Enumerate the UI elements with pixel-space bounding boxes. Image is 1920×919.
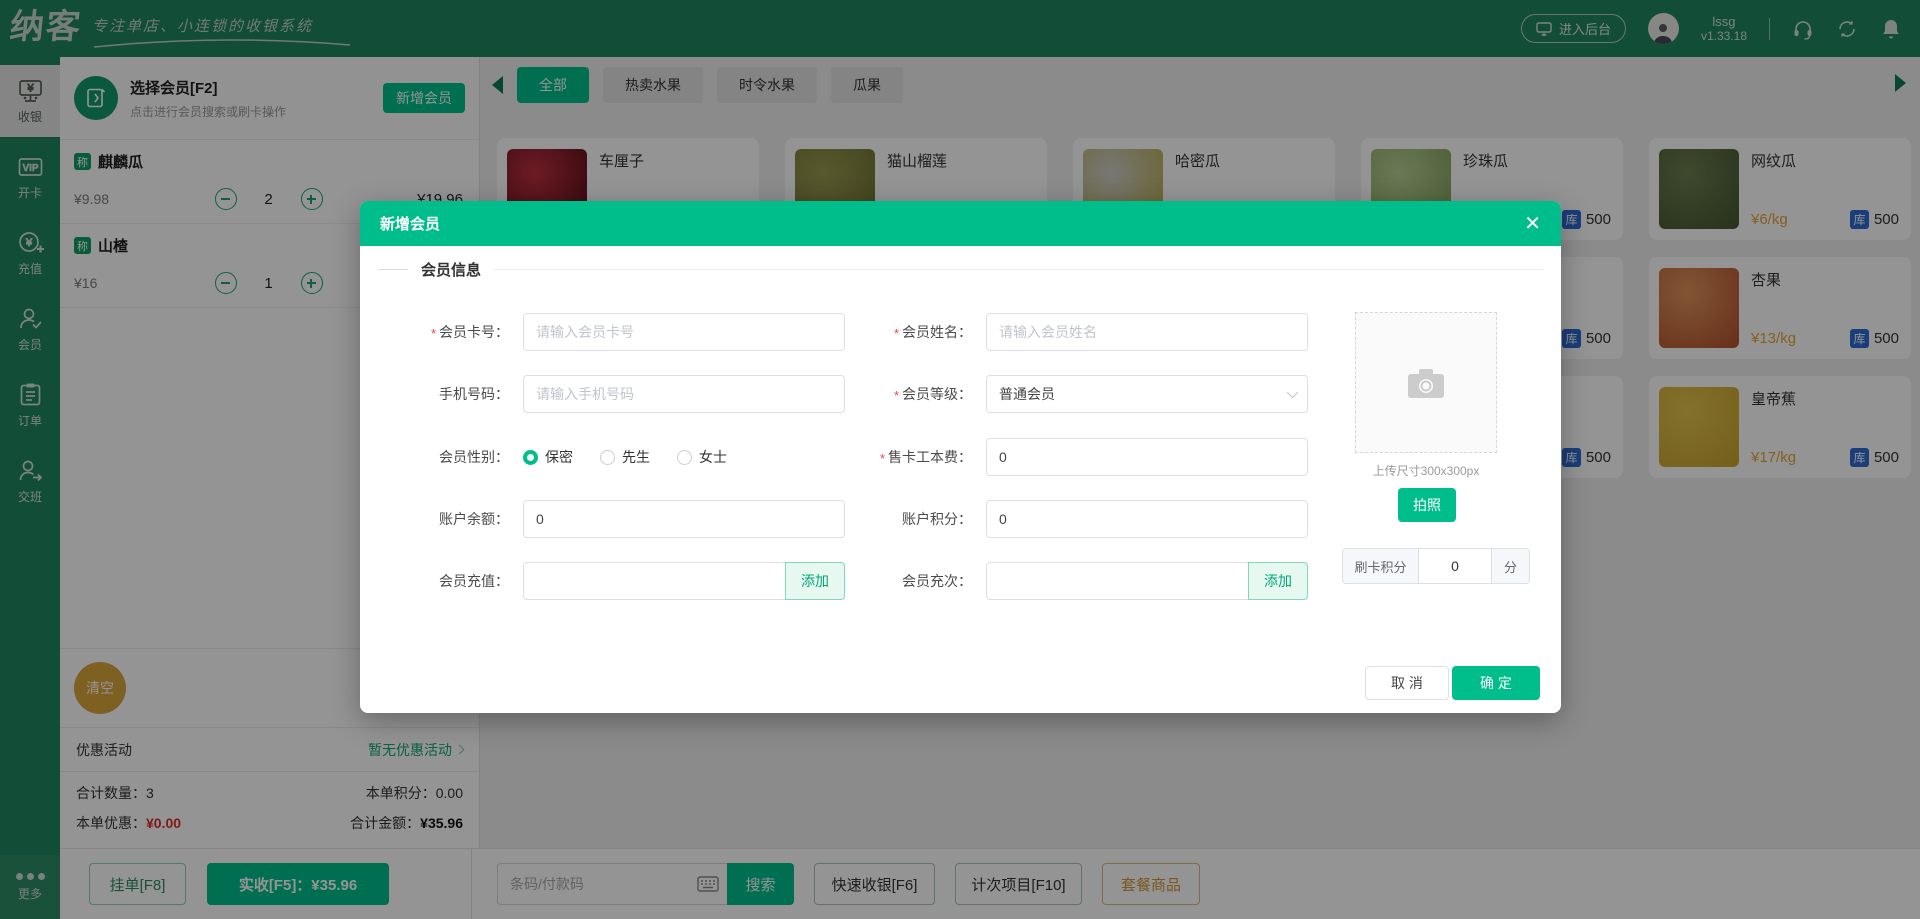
- cancel-button[interactable]: 取 消: [1365, 666, 1449, 700]
- member-name-input[interactable]: [986, 313, 1308, 351]
- times-add-button[interactable]: 添加: [1248, 562, 1308, 600]
- field-balance: 账户余额：: [360, 500, 845, 538]
- chevron-down-icon: [1286, 386, 1299, 399]
- radio-icon: [523, 449, 538, 465]
- card-fee-input[interactable]: [986, 438, 1308, 476]
- field-phone: 手机号码：: [360, 375, 845, 413]
- balance-input[interactable]: [523, 500, 845, 538]
- dialog-header: 新增会员 ✕: [360, 201, 1561, 246]
- phone-input[interactable]: [523, 375, 845, 413]
- gender-radio-女士[interactable]: 女士: [677, 447, 727, 467]
- radio-icon: [677, 449, 692, 465]
- radio-icon: [600, 449, 615, 465]
- gender-radio-group: 保密 先生 女士: [523, 447, 727, 467]
- member-level-select[interactable]: 普通会员: [986, 375, 1308, 413]
- field-points: 账户积分：: [823, 500, 1308, 538]
- photo-upload-box[interactable]: [1355, 312, 1497, 453]
- take-photo-button[interactable]: 拍照: [1398, 488, 1456, 522]
- swipe-points-group: 刷卡积分 分: [1342, 548, 1530, 584]
- field-member-name: 会员姓名：: [823, 313, 1308, 351]
- close-icon[interactable]: ✕: [1524, 214, 1541, 234]
- gender-radio-保密[interactable]: 保密: [523, 447, 573, 467]
- field-recharge: 会员充值： 添加: [360, 562, 845, 600]
- upload-size-hint: 上传尺寸300x300px: [1372, 464, 1480, 478]
- field-card-no: 会员卡号：: [360, 313, 845, 351]
- swipe-points-label: 刷卡积分: [1343, 549, 1419, 583]
- pos-app: 纳客 专注单店、小连锁的收银系统 进入后台 lssg v1.33.18 ¥ 收银…: [0, 0, 1920, 919]
- swipe-points-input[interactable]: [1419, 549, 1491, 583]
- add-member-dialog: 新增会员 ✕ 会员信息 会员卡号： 会员姓名： 手机号码： 会员等级： 普通会员: [360, 201, 1561, 713]
- field-times: 会员充次： 添加: [823, 562, 1308, 600]
- field-member-level: 会员等级： 普通会员: [823, 375, 1308, 413]
- confirm-button[interactable]: 确 定: [1452, 666, 1540, 700]
- dialog-title: 新增会员: [380, 216, 441, 233]
- recharge-input[interactable]: [523, 562, 785, 600]
- times-input[interactable]: [986, 562, 1248, 600]
- gender-radio-先生[interactable]: 先生: [600, 447, 650, 467]
- swipe-points-unit: 分: [1491, 549, 1529, 583]
- field-gender: 会员性别： 保密 先生 女士: [439, 447, 727, 467]
- section-title: 会员信息: [421, 262, 482, 279]
- field-card-fee: 售卡工本费：: [823, 438, 1308, 476]
- points-input[interactable]: [986, 500, 1308, 538]
- camera-icon: [1408, 368, 1444, 398]
- card-no-input[interactable]: [523, 313, 845, 351]
